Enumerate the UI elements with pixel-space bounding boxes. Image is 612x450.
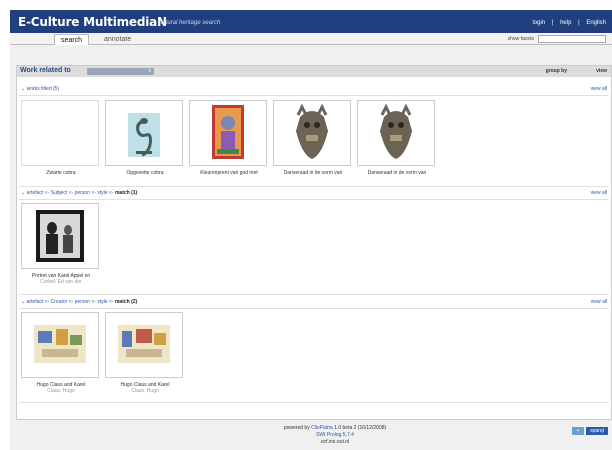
result-title[interactable]: Danseraad in de vorm van: [355, 170, 439, 176]
thumbnail[interactable]: [21, 100, 99, 166]
section-label: artefact <- Creator <- person <- style <…: [26, 299, 115, 305]
separator: |: [551, 20, 554, 26]
result-title[interactable]: Kleurenprent van god met: [187, 170, 271, 176]
view-all-link[interactable]: view all: [591, 86, 607, 92]
top-links: login | help | English: [527, 20, 606, 26]
login-link[interactable]: login: [532, 20, 545, 26]
portrait-photo: [36, 210, 84, 262]
divider: [19, 186, 609, 187]
footer: powered by ClioPatria 1.0 beta 2 (16/12/…: [10, 423, 612, 450]
section-count: match (2): [114, 299, 138, 305]
result-title[interactable]: Zwarte cobra: [19, 170, 103, 176]
result-title[interactable]: Danseraad in de vorm van: [271, 170, 355, 176]
thumbnail[interactable]: [21, 203, 99, 269]
tab-bar: search annotate show facets: [10, 33, 612, 45]
query-chip[interactable]: x: [87, 68, 154, 75]
divider: [19, 402, 609, 403]
artwork-image: [34, 325, 86, 363]
result-creator: Corbel, Ed van der: [40, 279, 82, 285]
thumbnail[interactable]: [105, 100, 183, 166]
mask-image: [380, 103, 412, 159]
close-icon[interactable]: x: [149, 68, 152, 75]
results-panel: Work related to x group by view ⌄ works …: [16, 65, 612, 420]
plus-icon[interactable]: +: [572, 427, 584, 435]
mask-image: [296, 103, 328, 159]
thumbnail[interactable]: [105, 312, 183, 378]
divider: [19, 199, 609, 200]
view-all-link[interactable]: view all: [591, 190, 607, 196]
panel-title: Work related to: [20, 67, 71, 74]
thumbnail[interactable]: [357, 100, 435, 166]
tab-annotate[interactable]: annotate: [98, 34, 137, 45]
section-header-works-titled[interactable]: ⌄ works titled (5): [21, 86, 59, 92]
thumbnail[interactable]: [189, 100, 267, 166]
app-brand[interactable]: E-Culture MultimediaN: [18, 15, 167, 29]
cobra-image: [128, 113, 160, 157]
divider: [19, 308, 609, 309]
section-header-creator[interactable]: ⌄ artefact <- Creator <- person <- style…: [21, 299, 137, 305]
result-creator: Claus, Hugo: [131, 388, 159, 394]
language-link[interactable]: English: [586, 20, 606, 26]
search-input[interactable]: [538, 35, 606, 43]
view-dropdown[interactable]: view: [596, 68, 607, 74]
result-title[interactable]: Opgezette cobra: [103, 170, 187, 176]
cliopatria-link[interactable]: ClioPatria: [311, 425, 333, 431]
footer-text: powered by: [283, 425, 312, 431]
footer-text: 1.0 beta 2 (16/12/2008): [332, 425, 387, 431]
help-link[interactable]: help: [560, 20, 571, 26]
app-tagline: cultural heritage search: [158, 20, 221, 26]
result-creator: Claus, Hugo: [47, 388, 75, 394]
footer-host: ecf.ins.cwi.nl: [320, 439, 350, 445]
header-bar: E-Culture MultimediaN cultural heritage …: [10, 10, 612, 33]
tab-search[interactable]: search: [54, 34, 90, 45]
panel-header: Work related to x group by view: [17, 66, 611, 77]
group-by-dropdown[interactable]: group by: [546, 68, 567, 74]
view-all-link[interactable]: view all: [591, 299, 607, 305]
sparql-badge[interactable]: sparql: [586, 427, 608, 435]
section-count: match (1): [114, 190, 138, 196]
thumbnail[interactable]: [21, 312, 99, 378]
section-header-subject[interactable]: ⌄ artefact <- Subject <- person <- style…: [21, 190, 137, 196]
artwork-image: [118, 325, 170, 363]
section-label: works titled (5): [26, 86, 60, 92]
footer-powered-by: powered by ClioPatria 1.0 beta 2 (16/12/…: [260, 425, 410, 431]
deity-print-image: [212, 105, 244, 159]
divider: [19, 95, 609, 96]
show-facets-link[interactable]: show facets: [508, 36, 534, 42]
prolog-link[interactable]: SWI Prolog 5.7.4: [316, 432, 354, 438]
separator: |: [578, 20, 580, 26]
section-label: artefact <- Subject <- person <- style <…: [26, 190, 115, 196]
divider: [19, 294, 609, 295]
footer-prolog: SWI Prolog 5.7.4: [260, 432, 410, 438]
thumbnail[interactable]: [273, 100, 351, 166]
